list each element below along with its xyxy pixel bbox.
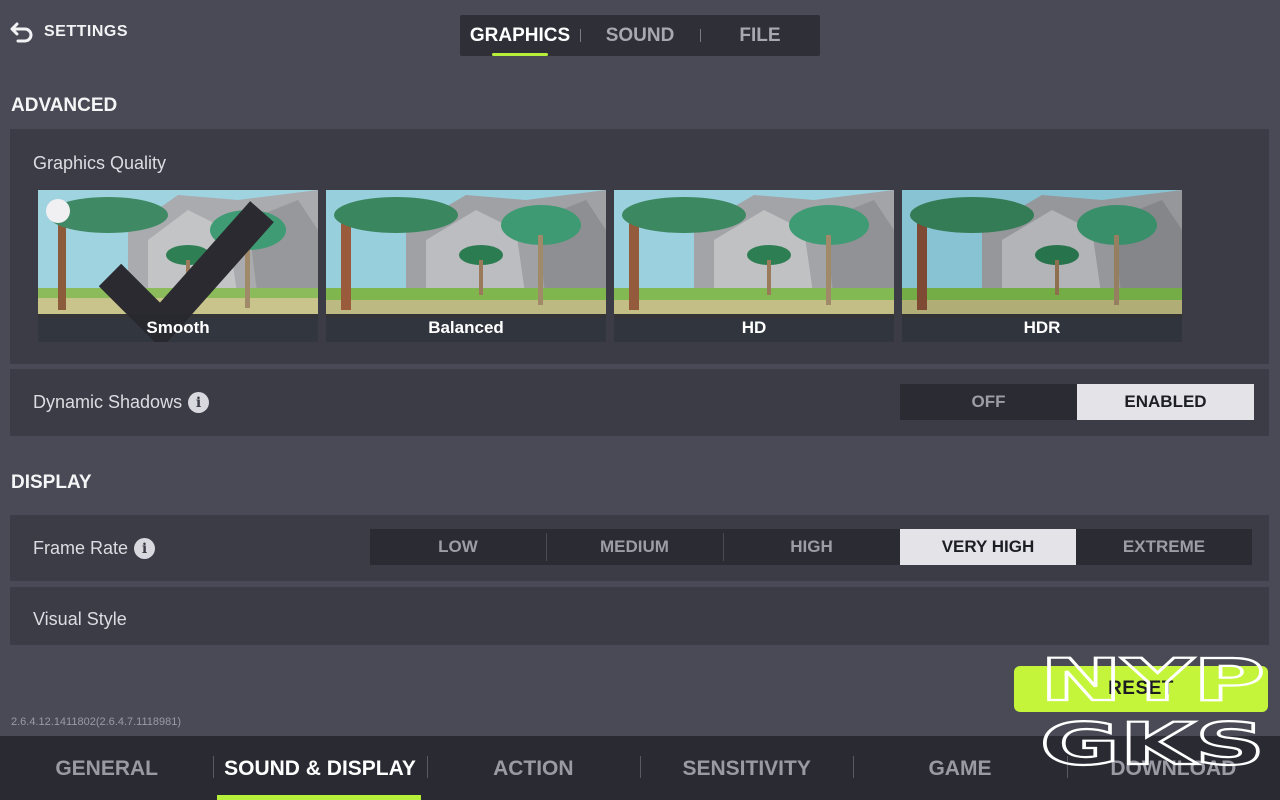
frame-rate-extreme[interactable]: EXTREME bbox=[1076, 529, 1252, 565]
section-title-display: DISPLAY bbox=[11, 472, 92, 493]
frame-rate-high[interactable]: HIGH bbox=[723, 529, 900, 565]
quality-option-hd[interactable]: HD bbox=[614, 190, 894, 342]
info-icon[interactable]: i bbox=[188, 392, 210, 413]
reset-button[interactable]: RESET bbox=[1014, 666, 1268, 712]
back-button[interactable]: SETTINGS bbox=[10, 18, 128, 46]
graphics-quality-label: Graphics Quality bbox=[33, 153, 167, 173]
quality-label: Smooth bbox=[38, 314, 318, 342]
selected-check-icon bbox=[46, 199, 274, 342]
frame-rate-panel: Frame Rate i LOW MEDIUM HIGH VERY HIGH E… bbox=[10, 515, 1269, 581]
quality-label: HD bbox=[614, 314, 894, 342]
graphics-quality-options: Smooth Balanced HD HDR bbox=[38, 190, 1182, 342]
back-label: SETTINGS bbox=[44, 23, 129, 40]
visual-style-label: Visual Style bbox=[33, 609, 127, 629]
quality-label: Balanced bbox=[326, 314, 606, 342]
bottom-nav: GENERAL SOUND & DISPLAY ACTION SENSITIVI… bbox=[0, 736, 1280, 800]
quality-option-smooth[interactable]: Smooth bbox=[38, 190, 318, 342]
frame-rate-label: Frame Rate bbox=[33, 538, 129, 558]
back-arrow-icon bbox=[10, 22, 33, 43]
frame-rate-very-high[interactable]: VERY HIGH bbox=[900, 529, 1076, 565]
nav-action[interactable]: ACTION bbox=[426, 736, 640, 800]
info-icon[interactable]: i bbox=[134, 538, 156, 559]
frame-rate-label-row: Frame Rate i bbox=[33, 538, 156, 559]
frame-rate-medium[interactable]: MEDIUM bbox=[546, 529, 723, 565]
dynamic-shadows-label-row: Dynamic Shadows i bbox=[33, 392, 210, 413]
dynamic-shadows-panel: Dynamic Shadows i OFF ENABLED bbox=[10, 369, 1269, 436]
frame-rate-low[interactable]: LOW bbox=[370, 529, 546, 565]
version-text: 2.6.4.12.1411802(2.6.4.7.1118981) bbox=[11, 716, 182, 728]
nav-sound-display[interactable]: SOUND & DISPLAY bbox=[213, 736, 426, 800]
section-title-advanced: ADVANCED bbox=[11, 95, 118, 116]
tab-sound[interactable]: SOUND bbox=[580, 15, 700, 56]
dynamic-shadows-toggle: OFF ENABLED bbox=[900, 384, 1254, 420]
dynamic-shadows-label: Dynamic Shadows bbox=[33, 392, 183, 412]
tab-graphics[interactable]: GRAPHICS bbox=[460, 15, 580, 56]
tab-file[interactable]: FILE bbox=[700, 15, 820, 56]
graphics-quality-panel: Graphics Quality Smooth Balanced HD HDR bbox=[10, 129, 1269, 364]
nav-download[interactable]: DOWNLOAD bbox=[1066, 736, 1280, 800]
nav-sensitivity[interactable]: SENSITIVITY bbox=[639, 736, 853, 800]
visual-style-panel[interactable]: Visual Style bbox=[10, 587, 1269, 645]
nav-game[interactable]: GAME bbox=[853, 736, 1066, 800]
shadows-enabled-option[interactable]: ENABLED bbox=[1077, 384, 1254, 420]
nav-general[interactable]: GENERAL bbox=[0, 736, 213, 800]
quality-label: HDR bbox=[902, 314, 1182, 342]
top-tab-bar: GRAPHICS SOUND FILE bbox=[460, 15, 820, 56]
quality-option-hdr[interactable]: HDR bbox=[902, 190, 1182, 342]
shadows-off-option[interactable]: OFF bbox=[900, 384, 1077, 420]
frame-rate-selector: LOW MEDIUM HIGH VERY HIGH EXTREME bbox=[370, 529, 1252, 565]
quality-option-balanced[interactable]: Balanced bbox=[326, 190, 606, 342]
